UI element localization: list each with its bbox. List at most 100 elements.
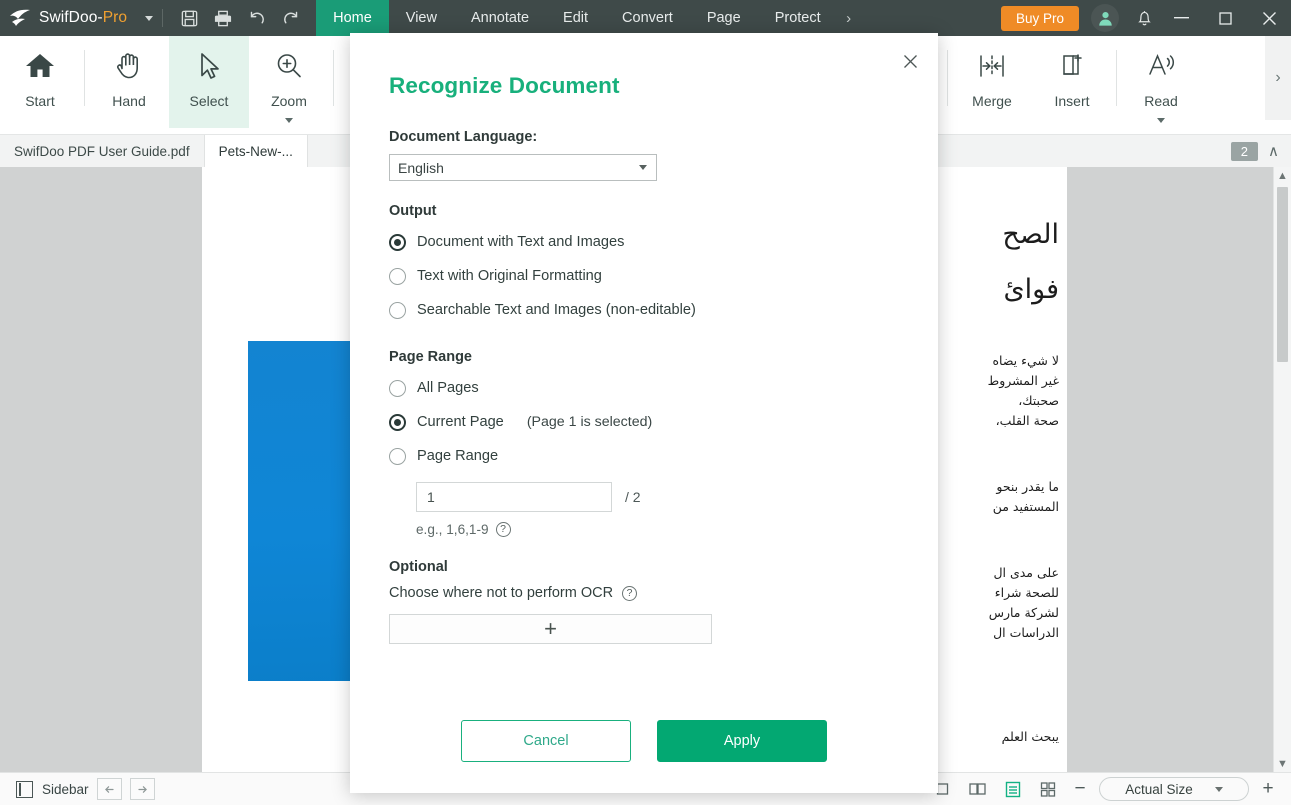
- scrollbar-thumb[interactable]: [1277, 187, 1288, 362]
- previous-page-button[interactable]: [96, 778, 122, 800]
- read-aloud-icon: [1146, 45, 1176, 87]
- insert-page-icon: [1058, 45, 1086, 87]
- menu-item-protect[interactable]: Protect: [758, 0, 838, 36]
- menu-item-home[interactable]: Home: [316, 0, 389, 36]
- hand-icon: [115, 45, 143, 87]
- current-page-note: (Page 1 is selected): [526, 414, 653, 430]
- page-range-input-row: 1 / 2: [416, 482, 904, 512]
- ribbon-button-start[interactable]: Start: [0, 36, 80, 128]
- ribbon-label-hand: Hand: [112, 93, 146, 109]
- dialog-title: Recognize Document: [389, 73, 620, 98]
- menu-overflow-chevron-icon[interactable]: ›: [838, 0, 860, 36]
- arabic-paragraph-2: ما يقدر بنحو المستفيد من: [934, 477, 1059, 517]
- page-range-option-current-page[interactable]: Current Page (Page 1 is selected): [389, 405, 904, 439]
- divider: [84, 50, 85, 106]
- account-avatar-icon[interactable]: [1091, 4, 1119, 32]
- menu-item-convert[interactable]: Convert: [605, 0, 690, 36]
- divider: [947, 50, 948, 106]
- radio-button[interactable]: [389, 447, 406, 465]
- arabic-line: لشركة مارس: [988, 605, 1059, 620]
- document-tab-user-guide[interactable]: SwifDoo PDF User Guide.pdf: [0, 135, 205, 167]
- page-range-option-all-pages[interactable]: All Pages: [389, 371, 904, 405]
- output-option-text-with-original-formatting[interactable]: Text with Original Formatting: [389, 259, 904, 293]
- document-tab-pets-new[interactable]: Pets-New-...: [204, 135, 308, 167]
- titlebar-right-cluster: Buy Pro: [1000, 0, 1291, 36]
- sidebar-panel-icon: [16, 780, 33, 798]
- ribbon-label-read: Read: [1144, 93, 1178, 109]
- zoom-out-button[interactable]: −: [1071, 778, 1089, 800]
- arabic-line: لا شيء يضاه: [992, 353, 1059, 368]
- scroll-up-arrow-icon[interactable]: ▲: [1274, 167, 1291, 184]
- thumbnail-grid-view-button[interactable]: [1036, 779, 1059, 799]
- ribbon-caret-zoom[interactable]: [285, 118, 293, 123]
- arabic-line: الدراسات ال: [993, 625, 1059, 640]
- redo-icon[interactable]: [274, 0, 308, 36]
- radio-button[interactable]: [389, 379, 406, 397]
- ribbon-button-read[interactable]: Read: [1121, 36, 1201, 128]
- facing-pages-view-button[interactable]: [966, 779, 989, 799]
- ribbon-caret-read[interactable]: [1157, 118, 1165, 123]
- cursor-arrow-icon: [196, 45, 222, 87]
- continuous-scroll-view-button[interactable]: [1001, 779, 1024, 799]
- recognize-document-dialog: Recognize Document Document Language: En…: [350, 33, 938, 793]
- menu-item-annotate[interactable]: Annotate: [454, 0, 546, 36]
- output-option-document-with-text-and-images[interactable]: Document with Text and Images: [389, 225, 904, 259]
- brand-area[interactable]: SwifDoo-Pro: [0, 0, 154, 36]
- optional-description-row: Choose where not to perform OCR ?: [389, 585, 904, 601]
- question-mark-icon[interactable]: ?: [622, 585, 638, 601]
- arabic-paragraph-1: لا شيء يضاه غير المشروط صحبتك، صحة القلب…: [934, 351, 1059, 431]
- question-mark-icon[interactable]: ?: [495, 522, 511, 537]
- window-close-button[interactable]: [1247, 0, 1291, 36]
- divider: [333, 50, 334, 106]
- ribbon-button-merge[interactable]: Merge: [952, 36, 1032, 128]
- buy-pro-button[interactable]: Buy Pro: [1000, 5, 1079, 31]
- menu-item-edit[interactable]: Edit: [546, 0, 605, 36]
- page-range-input[interactable]: 1: [416, 482, 612, 512]
- add-ocr-exclusion-button[interactable]: +: [389, 614, 712, 644]
- home-icon: [25, 45, 55, 87]
- print-icon[interactable]: [206, 0, 240, 36]
- ribbon-button-hand[interactable]: Hand: [89, 36, 169, 128]
- radio-button[interactable]: [389, 301, 406, 319]
- title-bar: SwifDoo-Pro Home View Annotate Edit Conv…: [0, 0, 1291, 36]
- document-language-select[interactable]: English: [389, 154, 657, 181]
- brand-dropdown-caret[interactable]: [145, 15, 154, 21]
- apply-button[interactable]: Apply: [657, 720, 827, 762]
- arabic-line: المستفيد من: [992, 499, 1059, 514]
- page-range-option-custom-range[interactable]: Page Range: [389, 439, 904, 473]
- sidebar-toggle[interactable]: Sidebar: [10, 780, 89, 798]
- close-icon[interactable]: [896, 47, 924, 75]
- menu-item-view[interactable]: View: [389, 0, 454, 36]
- window-minimize-button[interactable]: [1159, 0, 1203, 36]
- undo-icon[interactable]: [240, 0, 274, 36]
- radio-button[interactable]: [389, 267, 406, 285]
- menu-item-page[interactable]: Page: [690, 0, 758, 36]
- window-maximize-button[interactable]: [1203, 0, 1247, 36]
- radio-button[interactable]: [389, 413, 406, 431]
- ribbon-label-select: Select: [189, 93, 229, 109]
- dialog-footer: Cancel Apply: [350, 720, 938, 762]
- radio-button[interactable]: [389, 233, 406, 251]
- dialog-body: Document Language: English Output Docume…: [389, 129, 904, 644]
- zoom-in-button[interactable]: +: [1259, 778, 1277, 800]
- page-range-section-heading: Page Range: [389, 349, 472, 365]
- collapse-ribbon-chevron-icon[interactable]: ∧: [1268, 142, 1283, 160]
- next-page-button[interactable]: [129, 778, 155, 800]
- notifications-bell-icon[interactable]: [1129, 9, 1159, 27]
- ribbon-button-zoom[interactable]: Zoom: [249, 36, 329, 128]
- output-option-searchable-text-and-images[interactable]: Searchable Text and Images (non-editable…: [389, 293, 904, 327]
- cancel-button[interactable]: Cancel: [461, 720, 631, 762]
- radio-label: Current Page: [417, 414, 504, 430]
- zoom-level-value: Actual Size: [1125, 781, 1193, 797]
- ribbon-button-insert[interactable]: Insert: [1032, 36, 1112, 128]
- ribbon-overflow-chevron-icon[interactable]: ›: [1265, 36, 1291, 120]
- optional-description: Choose where not to perform OCR: [389, 585, 614, 601]
- vertical-scrollbar[interactable]: ▲ ▼: [1273, 167, 1291, 772]
- save-icon[interactable]: [172, 0, 206, 36]
- statusbar-right-cluster: − Actual Size +: [931, 777, 1281, 801]
- ribbon-button-select[interactable]: Select: [169, 36, 249, 128]
- radio-label: Document with Text and Images: [417, 234, 625, 250]
- zoom-level-select[interactable]: Actual Size: [1099, 777, 1249, 801]
- scroll-down-arrow-icon[interactable]: ▼: [1274, 755, 1291, 772]
